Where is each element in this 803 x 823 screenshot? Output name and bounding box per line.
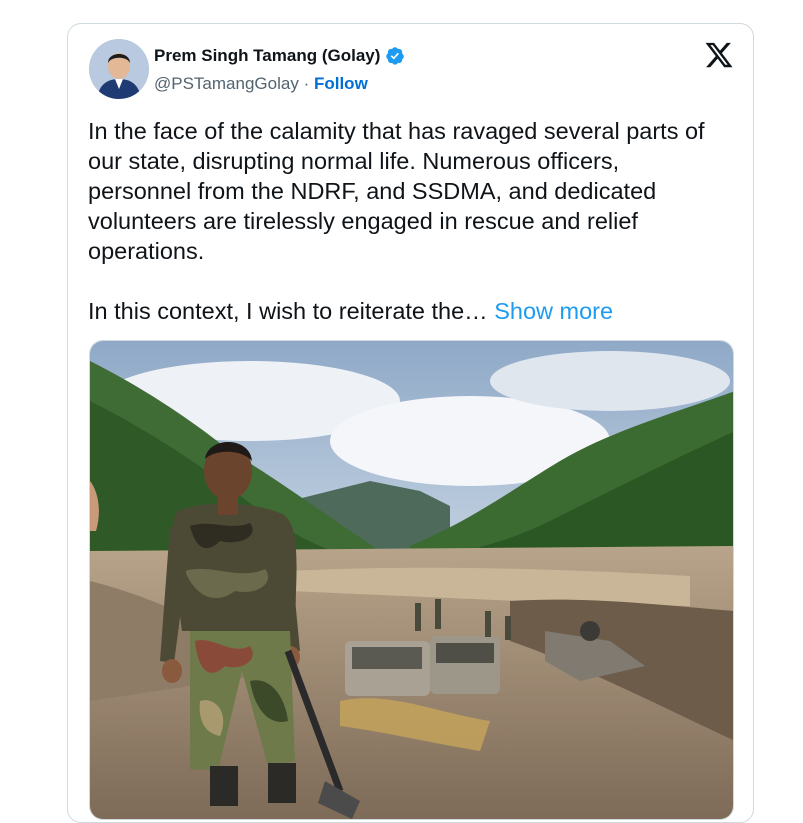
tweet-paragraph-2-text: In this context, I wish to reiterate the… [88,298,488,324]
tweet-paragraph-2: In this context, I wish to reiterate the… [88,296,728,326]
tweet-text: In the face of the calamity that has rav… [88,116,728,326]
author-name-row: Prem Singh Tamang (Golay) [154,46,405,66]
verified-badge-icon [386,47,405,65]
tweet-photo[interactable] [89,340,734,820]
follow-button[interactable]: Follow [314,74,368,93]
author-name[interactable]: Prem Singh Tamang (Golay) [154,46,380,66]
rescue-scene-image [90,341,733,819]
avatar[interactable] [89,39,149,99]
avatar-image [89,39,149,99]
author-handle[interactable]: @PSTamangGolay [154,74,299,93]
author-handle-row: @PSTamangGolay · Follow [154,74,368,94]
tweet-card: Prem Singh Tamang (Golay) @PSTamangGolay… [67,23,754,823]
show-more-link[interactable]: Show more [494,298,613,324]
x-logo-icon[interactable] [704,40,734,70]
handle-separator: · [303,74,310,93]
tweet-paragraph-1: In the face of the calamity that has rav… [88,118,705,264]
